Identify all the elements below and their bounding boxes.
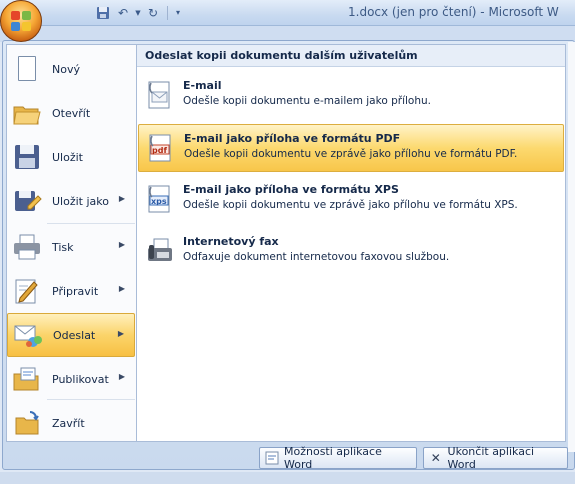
send-xps-attachment-option[interactable]: xps E-mail jako příloha ve formátu XPS O… <box>138 176 564 224</box>
option-title: Internetový fax <box>183 235 279 248</box>
undo-icon[interactable]: ↶ <box>114 4 132 21</box>
menu-item-label: Tisk <box>52 240 74 254</box>
save-disk-icon <box>12 142 42 172</box>
menu-item-open[interactable]: Otevřít <box>7 91 135 135</box>
option-title: E-mail jako příloha ve formátu XPS <box>183 183 399 196</box>
submenu-header: Odeslat kopii dokumentu dalším uživatelů… <box>137 45 565 67</box>
submenu-arrow-icon: ▶ <box>118 284 125 293</box>
xps-badge: xps <box>151 197 167 206</box>
send-submenu: Odeslat kopii dokumentu dalším uživatelů… <box>136 44 566 442</box>
menu-item-print[interactable]: Tisk ▶ <box>7 225 135 269</box>
send-pdf-attachment-option[interactable]: pdf E-mail jako příloha ve formátu PDF O… <box>138 124 564 172</box>
submenu-arrow-icon: ▶ <box>118 240 125 249</box>
menu-item-new[interactable]: Nový <box>7 47 135 91</box>
save-as-icon <box>12 186 42 216</box>
close-document-icon <box>12 408 42 438</box>
internet-fax-option[interactable]: Internetový fax Odfaxuje dokument intern… <box>138 228 564 276</box>
menu-item-label: Publikovat <box>52 372 109 386</box>
submenu-arrow-icon: ▶ <box>118 194 125 203</box>
menu-item-label: Zavřít <box>52 416 85 430</box>
menu-item-prepare[interactable]: Připravit ▶ <box>7 269 135 313</box>
option-title: E-mail <box>183 79 222 92</box>
exit-word-label: Ukončit aplikaci Word <box>447 445 535 471</box>
menu-item-label: Připravit <box>52 284 99 298</box>
window-title: 1.docx (jen pro čtení) - Microsoft W <box>348 5 559 19</box>
new-document-icon <box>12 54 42 84</box>
fax-icon <box>146 236 174 266</box>
send-email-option[interactable]: E-mail Odešle kopii dokumentu e-mailem j… <box>138 72 564 120</box>
menu-separator <box>47 223 135 224</box>
quick-access-toolbar: ↶ ▼ ↻ ▾ <box>48 4 183 21</box>
word-options-label: Možnosti aplikace Word <box>284 445 382 471</box>
menu-item-send[interactable]: Odeslat ▶ <box>7 313 135 357</box>
email-icon <box>146 80 174 110</box>
menu-item-save[interactable]: Uložit <box>7 135 135 179</box>
pdf-badge: pdf <box>152 146 167 155</box>
office-logo-icon <box>11 11 31 31</box>
menu-item-label: Otevřít <box>52 106 91 120</box>
printer-icon <box>12 232 42 262</box>
menu-item-label: Nový <box>52 62 80 76</box>
document-edge <box>568 42 575 452</box>
status-bar <box>0 472 575 484</box>
menu-item-label: Odeslat <box>53 328 96 342</box>
menu-item-label: Uložit jako <box>52 194 109 208</box>
submenu-arrow-icon: ▶ <box>117 329 124 338</box>
submenu-arrow-icon: ▶ <box>118 372 125 381</box>
pdf-attachment-icon: pdf <box>147 133 175 163</box>
publish-icon <box>12 364 42 394</box>
option-title: E-mail jako příloha ve formátu PDF <box>184 132 401 145</box>
title-bar: ↶ ▼ ↻ ▾ 1.docx (jen pro čtení) - Microso… <box>0 0 575 26</box>
menu-item-publish[interactable]: Publikovat ▶ <box>7 357 135 401</box>
prepare-icon <box>12 276 42 306</box>
redo-icon[interactable]: ↻ <box>144 4 162 21</box>
menu-separator <box>47 399 135 400</box>
customize-qat-icon[interactable]: ▾ <box>173 4 183 21</box>
menu-item-close[interactable]: Zavřít <box>7 401 135 445</box>
option-description: Odešle kopii dokumentu ve zprávě jako př… <box>183 199 518 211</box>
menu-item-label: Uložit <box>52 150 83 164</box>
option-description: Odfaxuje dokument internetovou faxovou s… <box>183 251 450 263</box>
options-icon <box>265 451 279 465</box>
xps-attachment-icon: xps <box>146 184 174 214</box>
send-icon <box>13 320 43 350</box>
word-options-button[interactable]: Možnosti aplikace Word <box>259 445 417 471</box>
toolbar-separator <box>167 5 168 20</box>
menu-item-save-as[interactable]: Uložit jako ▶ <box>7 179 135 223</box>
option-description: Odešle kopii dokumentu e-mailem jako pří… <box>183 95 431 107</box>
open-folder-icon <box>12 98 42 128</box>
save-icon[interactable] <box>94 4 112 21</box>
dropdown-arrow-icon[interactable]: ▼ <box>134 4 142 21</box>
option-description: Odešle kopii dokumentu ve zprávě jako př… <box>184 148 518 160</box>
office-button[interactable] <box>0 0 42 42</box>
office-menu-commands: Nový Otevřít Uložit Uložit jako ▶ Tisk ▶ <box>6 44 136 442</box>
close-icon: ✕ <box>430 451 441 465</box>
exit-word-button[interactable]: ✕ Ukončit aplikaci Word <box>423 445 568 471</box>
